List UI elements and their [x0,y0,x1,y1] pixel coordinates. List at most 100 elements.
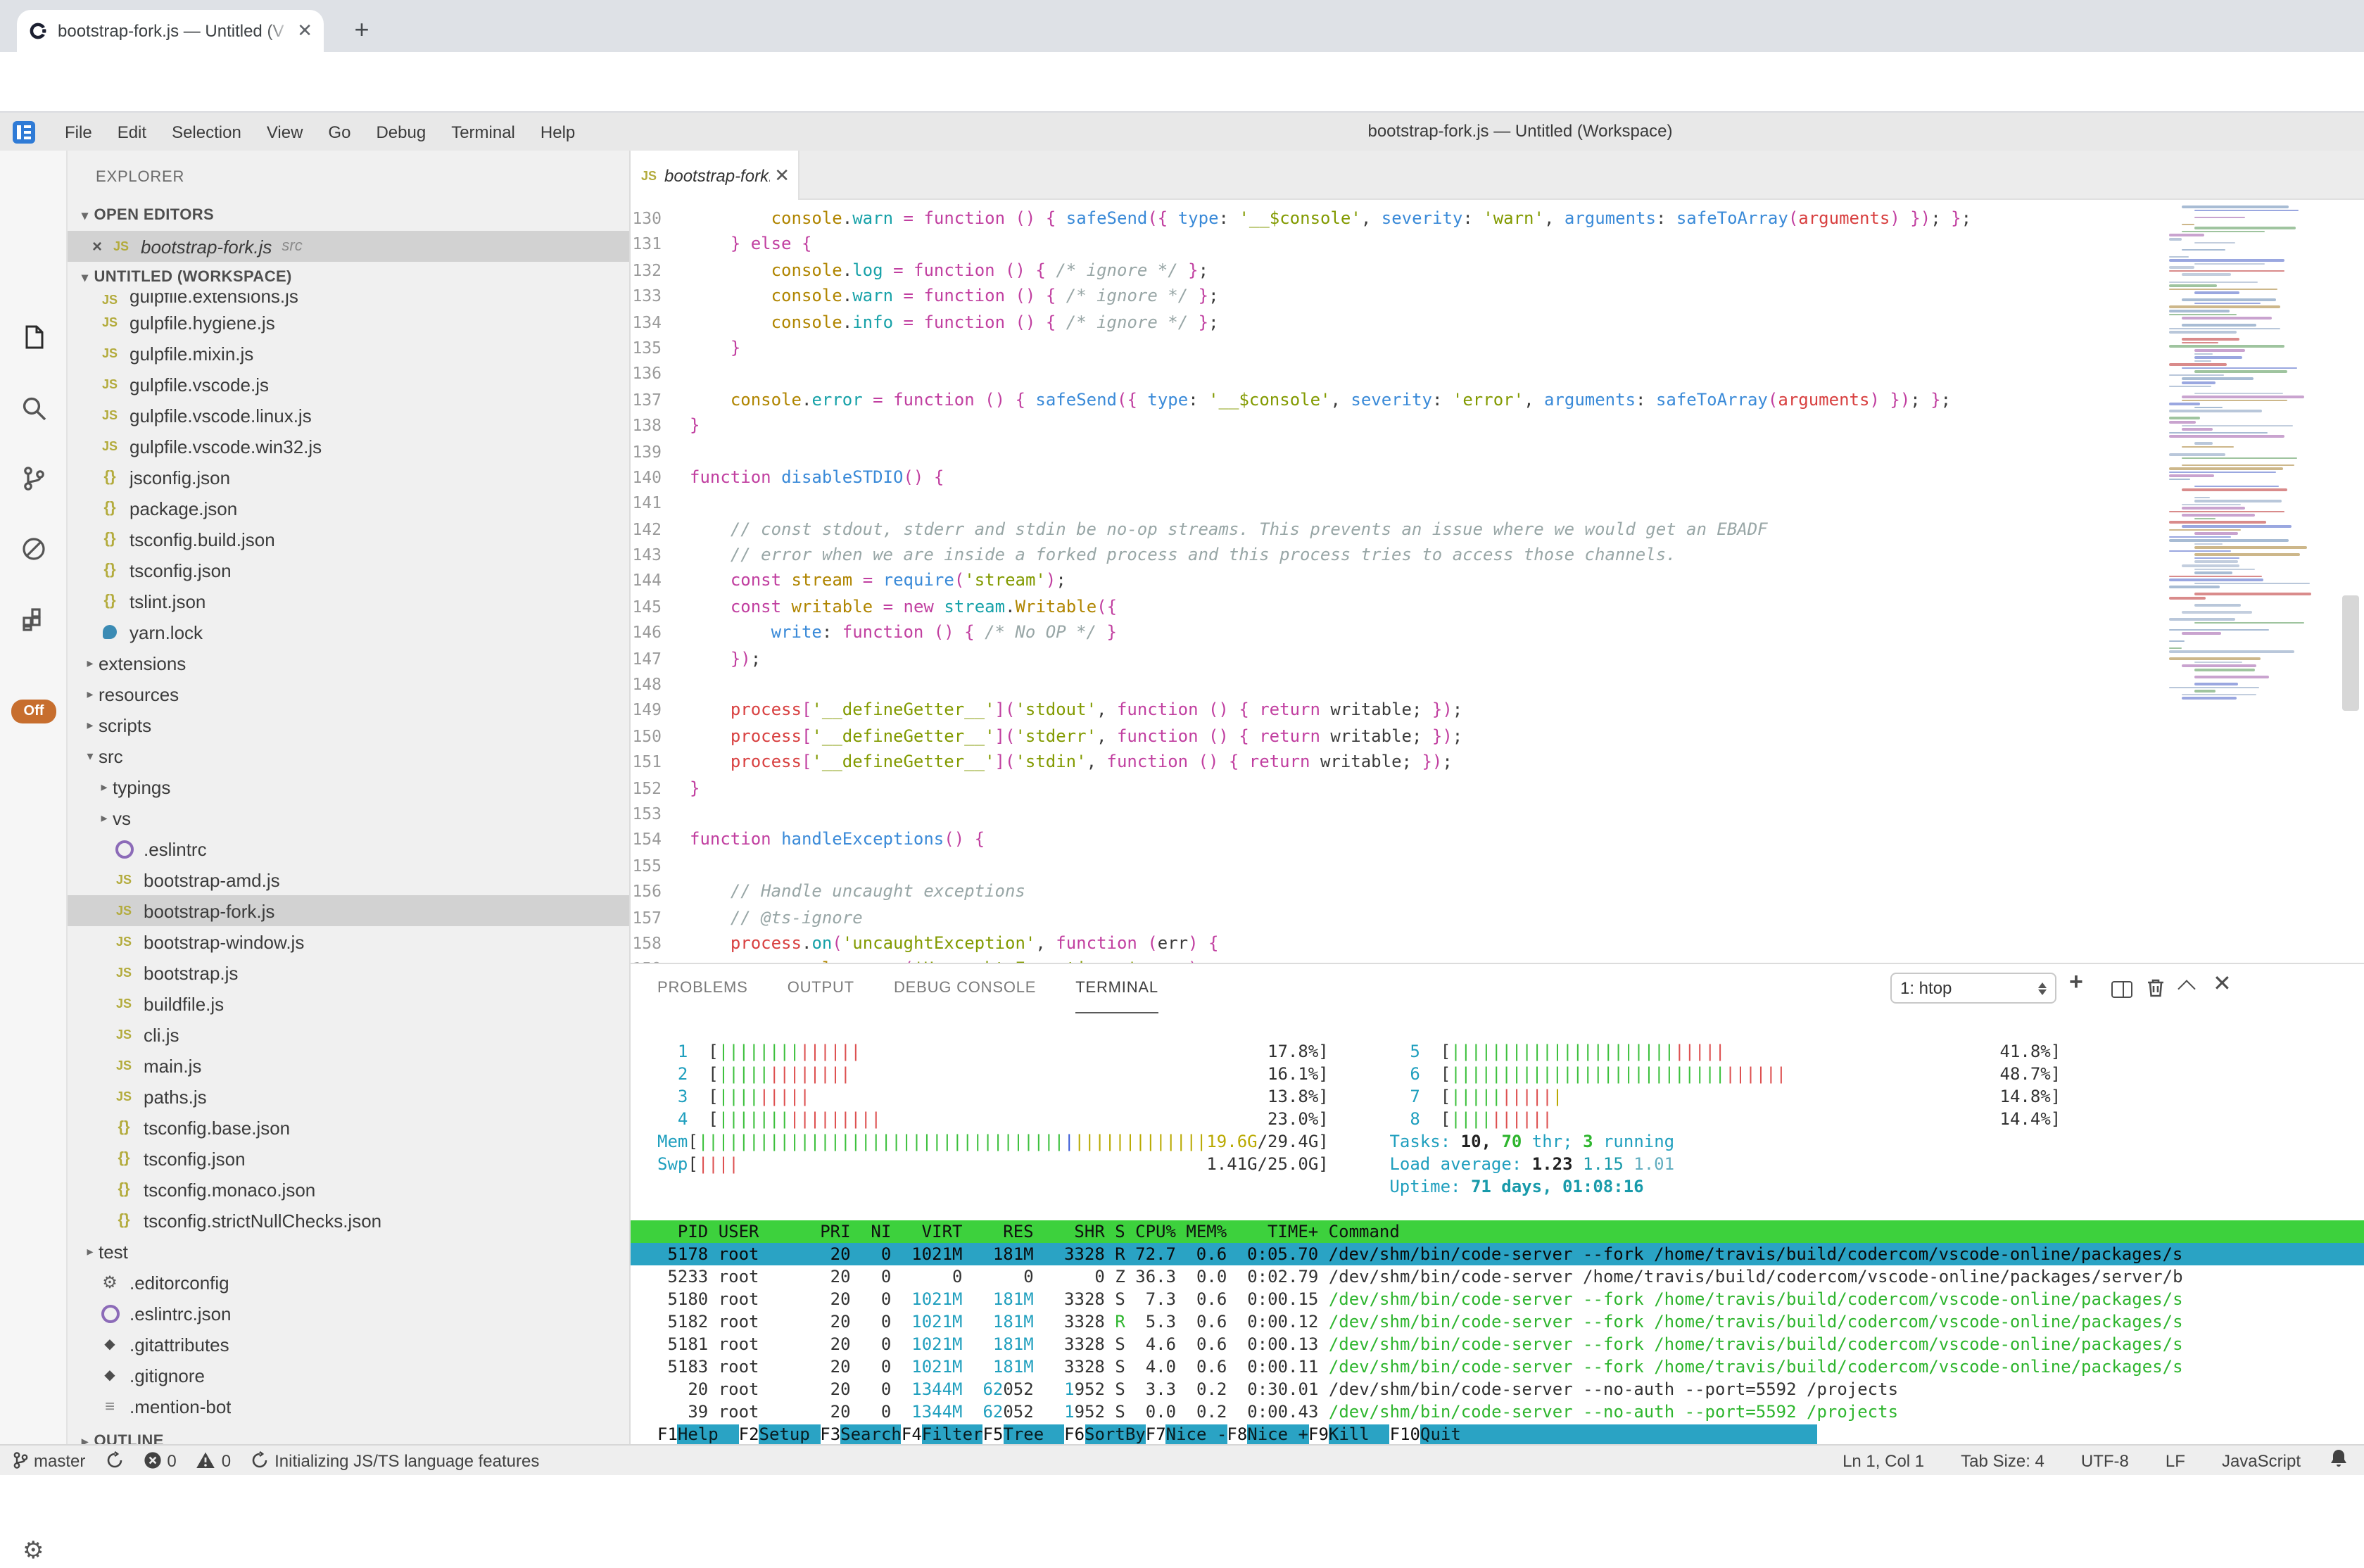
json-file-icon: {} [99,469,121,486]
tree-item-tsconfig.strictNullChecks.json[interactable]: {}tsconfig.strictNullChecks.json [68,1205,629,1236]
tree-item-gulpfile.mixin.js[interactable]: JSgulpfile.mixin.js [68,338,629,369]
notifications-bell-icon[interactable] [2329,1448,2347,1472]
tree-item-cli.js[interactable]: JScli.js [68,1019,629,1050]
editor-scrollbar[interactable] [2342,595,2359,711]
tree-item-tsconfig.json[interactable]: {}tsconfig.json [68,1143,629,1174]
menu-selection[interactable]: Selection [159,122,254,141]
sidebar-title: EXPLORER [68,151,629,200]
explorer-icon[interactable] [18,322,49,353]
tree-item-gulpfile.vscode.win32.js[interactable]: JSgulpfile.vscode.win32.js [68,431,629,462]
blank-line [631,1198,2364,1220]
menu-file[interactable]: File [52,122,105,141]
tree-item-bootstrap.js[interactable]: JSbootstrap.js [68,957,629,988]
sync-item[interactable] [105,1451,123,1469]
code-line-136: 136 [631,361,2163,387]
language-status-item[interactable]: Initializing JS/TS language features [251,1450,539,1470]
code-editor[interactable]: 130 console.warn = function () { safeSen… [631,200,2163,968]
tree-item-bootstrap-amd.js[interactable]: JSbootstrap-amd.js [68,864,629,895]
browser-tab[interactable]: bootstrap-fork.js — Untitled (V ✕ [17,10,324,52]
code-line-153: 153 [631,801,2163,827]
tree-item-tsconfig.monaco.json[interactable]: {}tsconfig.monaco.json [68,1174,629,1205]
section-workspace[interactable]: ▾ UNTITLED (WORKSPACE) [68,262,629,293]
tree-item-.gitattributes[interactable]: ◆.gitattributes [68,1329,629,1360]
tree-item-.mention-bot[interactable]: ≡.mention-bot [68,1391,629,1422]
tree-item-typings[interactable]: ▸typings [68,771,629,802]
errors-item[interactable]: 0 [143,1450,176,1470]
sync-icon [105,1451,123,1469]
tree-item-vs[interactable]: ▸vs [68,802,629,833]
explorer-sidebar: EXPLORER ▾ OPEN EDITORS × JS bootstrap-f… [68,151,631,1444]
tree-item-bootstrap-fork.js[interactable]: JSbootstrap-fork.js [68,895,629,926]
status-badge[interactable]: Off [11,700,56,723]
warnings-item[interactable]: 0 [196,1450,231,1470]
new-tab-button[interactable]: + [343,11,380,48]
close-icon[interactable]: × [87,236,107,256]
status-tab-size-4[interactable]: Tab Size: 4 [1961,1450,2044,1470]
menu-debug[interactable]: Debug [363,122,438,141]
code-line-131: 131 } else { [631,232,2163,258]
browser-tab-close-icon[interactable]: ✕ [297,20,312,42]
tree-item-tsconfig.json[interactable]: {}tsconfig.json [68,555,629,586]
status-ln-1-col-1[interactable]: Ln 1, Col 1 [1842,1450,1924,1470]
cpu-meters: 3 [||||||||| 13.8%] 7 [||||||||||| 14.8%… [631,1085,2364,1108]
tree-item-src[interactable]: ▾src [68,740,629,771]
extensions-icon[interactable] [18,604,49,635]
settings-gear-icon[interactable]: ⚙ [23,1537,53,1568]
tree-item-gulpfile.vscode.js[interactable]: JSgulpfile.vscode.js [68,369,629,400]
tree-item-extensions[interactable]: ▸extensions [68,647,629,678]
status-utf-8[interactable]: UTF-8 [2081,1450,2129,1470]
tree-item-test[interactable]: ▸test [68,1236,629,1267]
editor-tab[interactable]: JS bootstrap-fork.js ✕ [631,151,799,200]
section-open-editors[interactable]: ▾ OPEN EDITORS [68,200,629,231]
tree-item-.gitignore[interactable]: ◆.gitignore [68,1360,629,1391]
tree-item-tsconfig.base.json[interactable]: {}tsconfig.base.json [68,1112,629,1143]
menu-go[interactable]: Go [315,122,363,141]
open-editor-item[interactable]: × JS bootstrap-fork.js src [68,231,629,262]
minimap[interactable] [2163,200,2344,963]
tree-item-tslint.json[interactable]: {}tslint.json [68,586,629,617]
tree-item-scripts[interactable]: ▸scripts [68,709,629,740]
tree-item-.editorconfig[interactable]: ⚙.editorconfig [68,1267,629,1298]
code-line-143: 143 // error when we are inside a forked… [631,542,2163,568]
kill-terminal-icon[interactable] [2147,978,2165,1005]
tree-item-.eslintrc.json[interactable]: .eslintrc.json [68,1298,629,1329]
panel-tab-debug-console[interactable]: DEBUG CONSOLE [894,964,1036,1012]
editor-tab-close-icon[interactable]: ✕ [774,164,790,186]
status-javascript[interactable]: JavaScript [2222,1450,2301,1470]
tree-item-main.js[interactable]: JSmain.js [68,1050,629,1081]
menu-edit[interactable]: Edit [105,122,159,141]
menu-help[interactable]: Help [528,122,588,141]
tree-item-paths.js[interactable]: JSpaths.js [68,1081,629,1112]
tree-item-gulpfile.vscode.linux.js[interactable]: JSgulpfile.vscode.linux.js [68,400,629,431]
maximize-panel-icon[interactable] [2177,980,2195,997]
tree-item-yarn.lock[interactable]: yarn.lock [68,617,629,647]
tree-item-jsconfig.json[interactable]: {}jsconfig.json [68,462,629,493]
json-file-icon: {} [99,531,121,548]
search-icon[interactable] [18,393,49,424]
panel-tab-problems[interactable]: PROBLEMS [657,964,748,1012]
tree-item-gulpfile.hygiene.js[interactable]: JSgulpfile.hygiene.js [68,307,629,338]
tree-item-tsconfig.build.json[interactable]: {}tsconfig.build.json [68,524,629,555]
git-branch-item[interactable]: master [13,1450,85,1470]
source-control-icon[interactable] [18,463,49,494]
tree-item-resources[interactable]: ▸resources [68,678,629,709]
tree-item-buildfile.js[interactable]: JSbuildfile.js [68,988,629,1019]
tree-item-.eslintrc[interactable]: .eslintrc [68,833,629,864]
debug-disabled-icon[interactable] [18,533,49,564]
status-lf[interactable]: LF [2166,1450,2185,1470]
js-file-icon: JS [99,346,121,360]
text-file-icon: ≡ [99,1395,121,1417]
terminal-select[interactable]: 1: htop [1890,973,2056,1004]
menu-view[interactable]: View [254,122,316,141]
tree-item-package.json[interactable]: {}package.json [68,493,629,524]
close-panel-icon[interactable]: ✕ [2213,970,2232,998]
process-row-5183: 5183 root 20 0 1021M 181M 3328 S 4.0 0.6… [631,1355,2364,1378]
panel-tab-output[interactable]: OUTPUT [788,964,854,1012]
panel-tab-terminal[interactable]: TERMINAL [1075,963,1158,1013]
terminal[interactable]: 1 [|||||||||||||| 17.8%] 5 [||||||||||||… [631,1040,2364,1446]
new-terminal-icon[interactable]: + [2069,968,2083,997]
tree-item-bootstrap-window.js[interactable]: JSbootstrap-window.js [68,926,629,957]
split-terminal-icon[interactable] [2111,981,2132,998]
tree-item-gulpfile.extensions.js[interactable]: JSgulpfile.extensions.js [68,293,629,307]
menu-terminal[interactable]: Terminal [438,122,528,141]
